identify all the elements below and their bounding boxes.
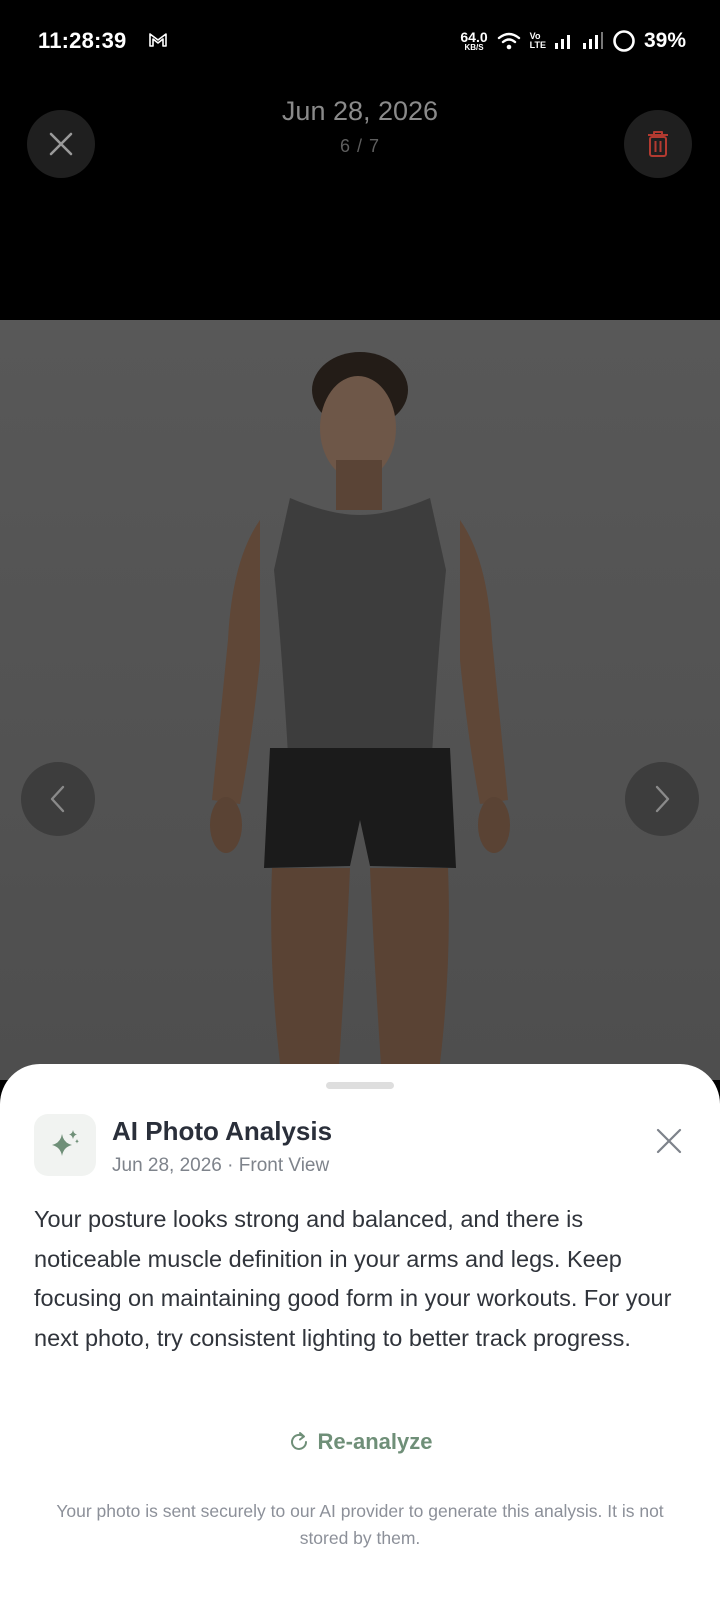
status-bar: 11:28:39 64.0 KB/S Vo LTE 39% (0, 0, 720, 82)
progress-photo (0, 320, 720, 1080)
chevron-right-icon (655, 785, 670, 813)
ai-icon-container (34, 1114, 96, 1176)
wifi-icon (497, 32, 520, 50)
photo-date: Jun 28, 2026 (281, 96, 439, 126)
trash-icon (648, 131, 668, 157)
next-photo-button[interactable] (625, 762, 699, 836)
signal-icon-2 (582, 32, 603, 49)
sparkle-icon (52, 1130, 79, 1156)
signal-icon (554, 35, 570, 49)
network-speed: 64.0 KB/S (460, 29, 488, 52)
battery-percentage: 39% (643, 29, 686, 52)
battery-icon (613, 30, 635, 52)
delete-photo-button[interactable] (624, 110, 692, 178)
volte-indicator: Vo LTE (529, 31, 546, 50)
photo-counter: 6 / 7 (339, 136, 381, 156)
chevron-left-icon (50, 785, 65, 813)
previous-photo-button[interactable] (21, 762, 95, 836)
analysis-body: Your posture looks strong and balanced, … (34, 1206, 672, 1351)
analysis-title: AI Photo Analysis (112, 1116, 333, 1146)
analysis-subtitle: Jun 28, 2026 · Front View (112, 1155, 330, 1176)
privacy-disclaimer: Your photo is sent securely to our AI pr… (56, 1501, 664, 1548)
gmail-icon (149, 33, 167, 47)
status-indicators: 64.0 KB/S Vo LTE 39% (460, 26, 686, 56)
close-icon (656, 1128, 682, 1154)
ai-analysis-sheet: AI Photo Analysis Jun 28, 2026 · Front V… (0, 1064, 720, 1600)
reanalyze-button[interactable]: Re-analyze (0, 1429, 720, 1455)
refresh-icon (290, 1432, 307, 1450)
photo-viewer-header: Jun 28, 2026 6 / 7 (0, 82, 720, 322)
progress-photo-image (0, 320, 720, 1080)
reanalyze-label: Re-analyze (317, 1429, 433, 1454)
close-analysis-button[interactable] (652, 1124, 686, 1158)
status-time: 11:28:39 (38, 28, 127, 53)
sheet-drag-handle[interactable] (326, 1082, 394, 1089)
